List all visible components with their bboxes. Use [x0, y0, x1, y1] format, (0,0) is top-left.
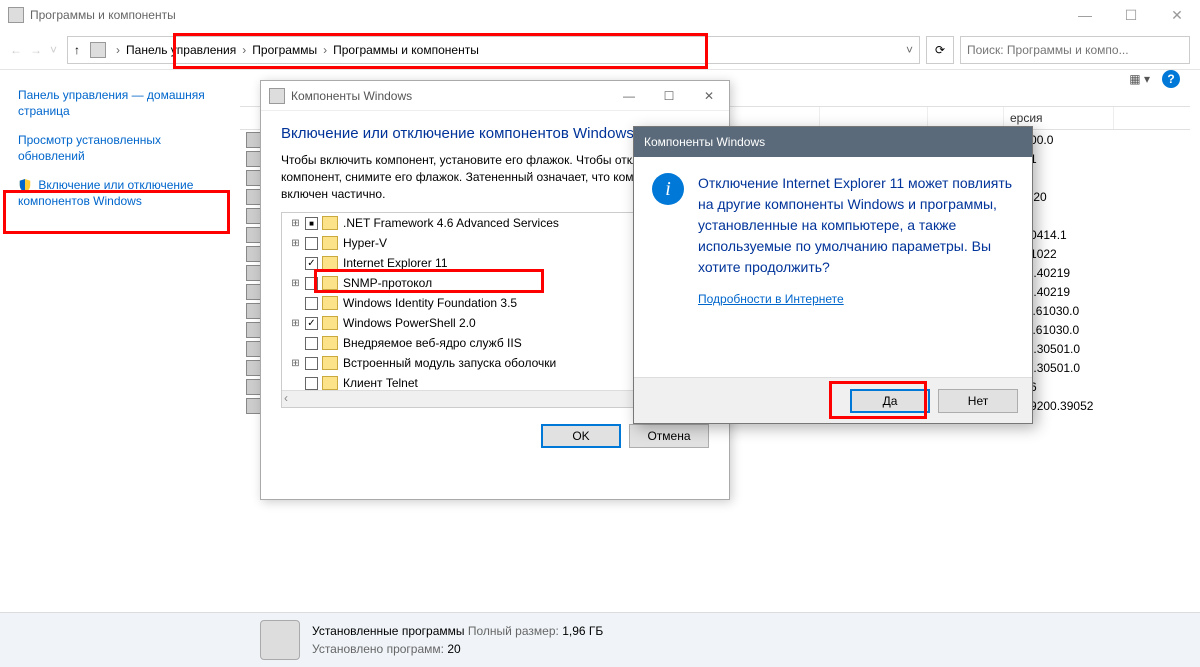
expand-icon[interactable]: ⊞ — [290, 238, 301, 249]
folder-icon — [322, 376, 338, 390]
checkbox[interactable] — [305, 317, 318, 330]
programs-icon — [260, 620, 300, 660]
checkbox[interactable] — [305, 257, 318, 270]
confirm-title: Компоненты Windows — [644, 135, 765, 149]
confirm-dialog: Компоненты Windows i Отключение Internet… — [633, 126, 1033, 424]
features-title: Компоненты Windows — [291, 89, 412, 103]
nav-arrows: ← → ˅ — [10, 43, 57, 57]
checkbox[interactable] — [305, 337, 318, 350]
bc-item-2[interactable]: Программы и компоненты — [333, 43, 479, 57]
features-maximize[interactable]: ☐ — [649, 81, 689, 111]
view-options[interactable]: ▦ ▾ — [1129, 72, 1150, 86]
folder-icon — [322, 356, 338, 370]
search-input[interactable] — [960, 36, 1190, 64]
info-icon: i — [652, 173, 684, 205]
folder-icon — [322, 256, 338, 270]
content-toolbar: ▦ ▾ ? — [1129, 70, 1180, 88]
status-count-value: 20 — [447, 642, 460, 656]
minimize-button[interactable]: — — [1062, 0, 1108, 30]
confirm-message: Отключение Internet Explorer 11 может по… — [698, 173, 1014, 278]
tree-label: Клиент Telnet — [343, 376, 418, 390]
forward-button[interactable]: → — [30, 43, 42, 57]
folder-icon — [322, 336, 338, 350]
refresh-button[interactable]: ⟳ — [926, 36, 954, 64]
features-icon — [269, 88, 285, 104]
features-ok-button[interactable]: OK — [541, 424, 621, 448]
checkbox[interactable] — [305, 357, 318, 370]
tree-label: Internet Explorer 11 — [343, 256, 448, 270]
highlight-sidebar — [3, 190, 230, 234]
status-title: Установленные программы — [312, 624, 465, 638]
close-button[interactable]: ✕ — [1154, 0, 1200, 30]
maximize-button[interactable]: ☐ — [1108, 0, 1154, 30]
confirm-details-link[interactable]: Подробности в Интернете — [698, 292, 844, 306]
sidebar-updates-link[interactable]: Просмотр установленных обновлений — [18, 133, 222, 164]
back-button[interactable]: ← — [10, 43, 22, 57]
breadcrumb[interactable]: ↑ › Панель управления › Программы › Прог… — [67, 36, 920, 64]
help-button[interactable]: ? — [1162, 70, 1180, 88]
folder-icon — [322, 236, 338, 250]
features-cancel-button[interactable]: Отмена — [629, 424, 709, 448]
tree-label: .NET Framework 4.6 Advanced Services — [343, 216, 559, 230]
checkbox[interactable] — [305, 217, 318, 230]
up-button[interactable]: ↑ — [74, 43, 80, 57]
location-icon — [90, 42, 106, 58]
sidebar: Панель управления — домашняя страница Пр… — [0, 70, 240, 612]
status-size-value: 1,96 ГБ — [562, 624, 603, 638]
address-bar: ← → ˅ ↑ › Панель управления › Программы … — [0, 30, 1200, 70]
folder-icon — [322, 296, 338, 310]
breadcrumb-dropdown[interactable]: ˅ — [906, 43, 913, 57]
tree-label: Windows Identity Foundation 3.5 — [343, 296, 517, 310]
highlight-ie11 — [314, 269, 544, 293]
status-count-label: Установлено программ: — [312, 642, 444, 656]
confirm-no-button[interactable]: Нет — [938, 389, 1018, 413]
checkbox[interactable] — [305, 237, 318, 250]
status-size-label: Полный размер: — [468, 624, 559, 638]
features-minimize[interactable]: — — [609, 81, 649, 111]
window-controls: — ☐ ✕ — [1062, 0, 1200, 30]
confirm-titlebar[interactable]: Компоненты Windows — [634, 127, 1032, 157]
window-title: Программы и компоненты — [30, 8, 176, 22]
highlight-yes — [829, 381, 927, 419]
recent-dropdown[interactable]: ˅ — [50, 43, 57, 57]
window-titlebar: Программы и компоненты — [0, 0, 1200, 30]
bc-item-0[interactable]: Панель управления — [126, 43, 236, 57]
expand-icon[interactable]: ⊞ — [290, 318, 301, 329]
tree-label: Внедряемое веб-ядро служб IIS — [343, 336, 522, 350]
app-icon — [8, 7, 24, 23]
sidebar-home-link[interactable]: Панель управления — домашняя страница — [18, 88, 222, 119]
checkbox[interactable] — [305, 377, 318, 390]
checkbox[interactable] — [305, 297, 318, 310]
expand-icon[interactable]: ⊞ — [290, 358, 301, 369]
features-close[interactable]: ✕ — [689, 81, 729, 111]
expand-icon[interactable]: ⊞ — [290, 278, 301, 289]
tree-label: Встроенный модуль запуска оболочки — [343, 356, 556, 370]
bc-item-1[interactable]: Программы — [252, 43, 317, 57]
expand-icon[interactable]: ⊞ — [290, 218, 301, 229]
tree-label: Windows PowerShell 2.0 — [343, 316, 476, 330]
folder-icon — [322, 216, 338, 230]
tree-label: Hyper-V — [343, 236, 387, 250]
status-bar: Установленные программы Полный размер: 1… — [0, 612, 1200, 667]
folder-icon — [322, 316, 338, 330]
